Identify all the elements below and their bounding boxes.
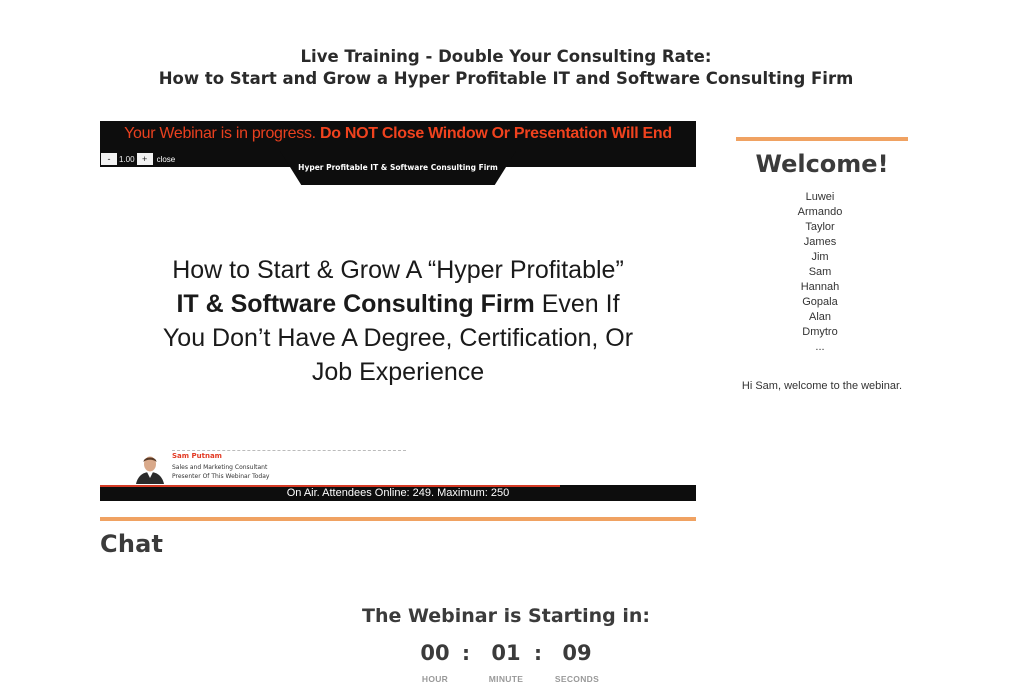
countdown-hours: 00 xyxy=(420,641,450,665)
zoom-controls: - 1.00 + close xyxy=(100,152,175,166)
slide-headline: How to Start & Grow A “Hyper Profitable”… xyxy=(100,253,696,389)
countdown-seconds: 09 xyxy=(562,641,592,665)
presenter-role: Sales and Marketing Consultant Presenter… xyxy=(172,463,269,481)
slide-line1: How to Start & Grow A “Hyper Profitable” xyxy=(172,256,624,284)
countdown-minutes: 01 xyxy=(491,641,521,665)
countdown-title: The Webinar is Starting in: xyxy=(362,605,650,627)
attendee-name: James xyxy=(803,236,837,248)
attendee-name: Taylor xyxy=(805,221,835,233)
attendee-more: ... xyxy=(815,341,825,353)
attendee-name: Jim xyxy=(811,251,829,263)
slide-line3: You Don’t Have A Degree, Certification, … xyxy=(162,324,634,352)
progress-banner-text: Your Webinar is in progress. Do NOT Clos… xyxy=(100,125,696,143)
welcome-message: Hi Sam, welcome to the webinar. xyxy=(741,380,903,392)
welcome-heading: Welcome! xyxy=(755,150,889,178)
page-title: Live Training - Double Your Consulting R… xyxy=(0,46,1012,90)
sidebar-divider xyxy=(736,137,908,141)
attendee-name: Dmytro xyxy=(802,326,838,338)
attendee-list: Luwei Armando Taylor James Jim Sam Hanna… xyxy=(736,190,904,355)
chat-divider xyxy=(100,517,696,521)
zoom-close-link[interactable]: close xyxy=(157,155,176,164)
banner-notice: Your Webinar is in progress. xyxy=(124,125,320,142)
presenter-name: Sam Putnam xyxy=(172,452,222,460)
slide-line2-rest: Even If xyxy=(534,290,620,318)
banner-warning: Do NOT Close Window Or Presentation Will… xyxy=(319,125,672,142)
countdown-separator: : xyxy=(462,641,470,665)
slide-line4: Job Experience xyxy=(311,358,485,386)
webinar-video-player[interactable]: Your Webinar is in progress. Do NOT Clos… xyxy=(100,121,696,501)
attendee-name: Alan xyxy=(808,311,832,323)
presenter-role-line1: Sales and Marketing Consultant xyxy=(172,464,268,471)
zoom-level: 1.00 xyxy=(119,154,135,164)
presenter-role-line2: Presenter Of This Webinar Today xyxy=(172,473,270,480)
zoom-in-button[interactable]: + xyxy=(136,153,153,165)
slide-line2: IT & Software Consulting Firm Even If xyxy=(100,287,696,321)
attendee-name: Gopala xyxy=(802,296,838,308)
attendee-name: Armando xyxy=(797,206,843,218)
page-title-line1: Live Training - Double Your Consulting R… xyxy=(300,47,712,66)
chat-heading: Chat xyxy=(100,530,164,558)
attendee-name: Hannah xyxy=(800,281,840,293)
countdown-minutes-label: MINUTE xyxy=(488,674,524,684)
presenter-divider xyxy=(172,450,406,451)
attendee-name: Luwei xyxy=(805,191,835,203)
countdown-separator: : xyxy=(534,641,542,665)
slide-line2-strong: IT & Software Consulting Firm xyxy=(176,290,535,318)
zoom-out-button[interactable]: - xyxy=(101,153,117,165)
page-title-line2: How to Start and Grow a Hyper Profitable… xyxy=(158,69,854,88)
presenter-avatar xyxy=(136,456,164,484)
attendee-name: Sam xyxy=(808,266,832,278)
slide-header-subtitle: Hyper Profitable IT & Software Consultin… xyxy=(298,163,498,172)
countdown-seconds-label: SECONDS xyxy=(554,674,600,684)
countdown-hours-label: HOUR xyxy=(421,674,449,684)
on-air-status: On Air. Attendees Online: 249. Maximum: … xyxy=(100,485,696,501)
